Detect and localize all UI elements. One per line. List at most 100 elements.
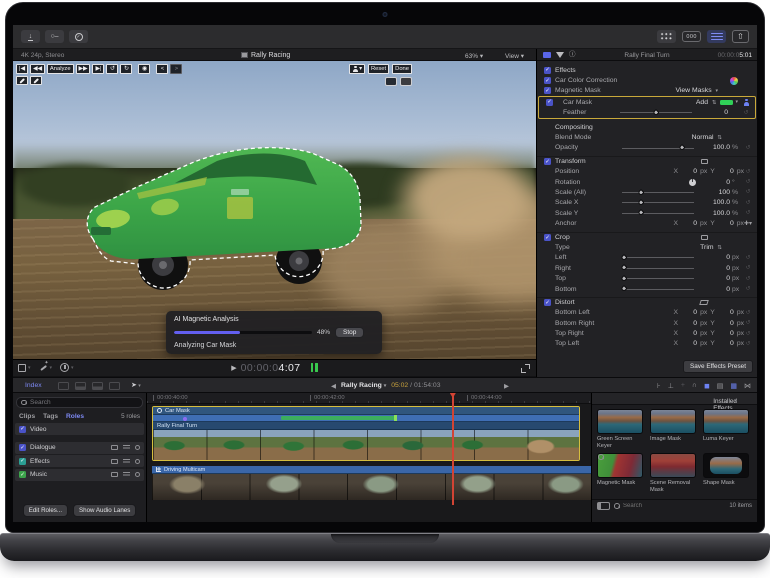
appearance-option-icon[interactable] [58,382,69,390]
role-row-dialogue[interactable]: ✓ Dialogue [15,441,144,454]
tools-menu[interactable]: ➤ ▾ [131,381,141,389]
distort-bottom-left-xy[interactable]: X 0 px Y 0 px [674,309,744,316]
focus-icon[interactable] [135,445,140,450]
tab-clips[interactable]: Clips [19,413,35,420]
loop-back-button[interactable]: ↺ [106,64,119,74]
play-button[interactable]: ▶ [231,364,236,372]
lane-icon[interactable] [111,445,118,450]
index-search-field[interactable] [16,397,143,408]
position-xy[interactable]: X 0 px Y 0 px [674,168,744,175]
transitions-browser-icon[interactable]: ⋈ [744,382,751,390]
appearance-menu-icon[interactable] [109,382,120,390]
previous-frame-button[interactable]: |◀ [16,64,28,74]
crop-left-slider[interactable] [620,253,694,262]
rally-clip-label[interactable]: Rally Final Turn [153,422,579,430]
viewer-view-menu[interactable]: View ▾ [505,52,524,60]
analyze-button[interactable]: Analyze [46,64,74,74]
browser-toggle-button[interactable] [657,30,677,43]
effects-browser-header[interactable]: Installed Effects ▾ [592,393,757,412]
appearance-option-icon[interactable] [75,382,86,390]
opacity-value[interactable]: 100.0 [700,144,730,151]
anchor-target-icon[interactable]: ✚▾ [744,220,752,227]
masked-car[interactable] [77,133,373,303]
blend-mode-menu[interactable]: Normal ⇅ [692,134,722,141]
selected-clip-group[interactable]: Car Mask Rally Final Turn [152,406,580,461]
effect-item[interactable]: Green Screen Keyer [597,409,645,449]
transform-onscreen-icon[interactable] [701,159,708,165]
distort-onscreen-icon[interactable] [699,300,709,306]
crop-top-slider[interactable] [620,274,694,283]
role-row-music[interactable]: ✓ Music [15,468,144,481]
lane-icon[interactable] [111,472,118,477]
mask-outline-toggle[interactable] [385,77,397,86]
edit-roles-button[interactable]: Edit Roles... [22,504,69,517]
waveform-icon[interactable] [123,458,130,464]
tab-roles[interactable]: Roles [66,413,84,420]
crop-right-value[interactable]: 0 [700,265,730,272]
keyword-editor-button[interactable]: ○– [45,30,64,43]
index-search-input[interactable] [30,399,138,406]
role-row-effects[interactable]: ✓ Effects [15,455,144,467]
music-role-checkbox[interactable]: ✓ [19,471,26,478]
rotation-value[interactable]: 0 [700,179,730,186]
scale-x-value[interactable]: 100.0 [700,199,730,206]
timeline-pane[interactable]: 00:00:40:00 00:00:42:00 00:00:44:00 Car … [146,393,591,522]
stroke-forward-button[interactable]: > [170,64,183,74]
scale-x-slider[interactable] [622,199,694,207]
append-icon[interactable]: + [681,382,685,389]
previous-timeline-button[interactable]: ◀ [331,382,336,390]
reset-button[interactable]: Reset [367,64,390,74]
add-stroke-pen-icon[interactable] [16,76,28,85]
scale-all-slider[interactable] [622,188,694,196]
fx-search-input[interactable] [623,503,693,509]
show-audio-lanes-button[interactable]: Show Audio Lanes [73,504,137,517]
distort-checkbox[interactable]: ✓ [544,299,551,307]
timeline-ruler[interactable]: 00:00:40:00 00:00:42:00 00:00:44:00 [147,393,591,404]
distort-bottom-right-xy[interactable]: X 0 px Y 0 px [674,320,744,327]
subject-picker-button[interactable]: ▾ [349,64,365,74]
rewind-button[interactable]: ◀◀ [30,64,45,74]
distort-top-left-xy[interactable]: X 0 px Y 0 px [674,340,744,347]
focus-icon[interactable] [135,458,140,464]
effects-browser-icon[interactable]: ▦ [730,382,737,390]
crop-bottom-value[interactable]: 0 [700,286,730,293]
inspector-toggle-button[interactable] [707,30,726,43]
car-mask-effect-bar[interactable]: Car Mask [153,407,579,415]
focus-icon[interactable] [135,472,140,477]
effect-item[interactable]: Image Mask [650,409,698,449]
connect-icon[interactable]: ⊦ [657,382,661,390]
fast-forward-button[interactable]: ▶▶ [75,64,91,74]
effect-item[interactable]: Luma Keyer [703,409,751,449]
appearance-option-icon[interactable] [92,382,103,390]
media-browser-icon[interactable]: ▤ [717,382,724,390]
distort-top-right-xy[interactable]: X 0 px Y 0 px [674,330,744,337]
done-button[interactable]: Done [392,64,412,74]
feather-slider[interactable] [620,108,692,117]
color-wheel-icon[interactable] [730,76,738,85]
mask-fill-toggle[interactable] [400,77,412,86]
effect-item[interactable]: Shape Mask [703,453,751,493]
lane-icon[interactable] [111,458,118,464]
audio-skimming-icon[interactable]: ∩ [692,382,697,389]
feather-value[interactable]: 0 [698,109,728,116]
timeline-project-menu[interactable]: Rally Racing ▾ [341,382,386,389]
onion-skin-button[interactable]: ◉ [138,64,151,74]
waveform-icon[interactable] [123,472,130,477]
effects-checkbox[interactable]: ✓ [544,66,551,74]
fx-search-field[interactable] [614,503,725,509]
effect-item[interactable]: Magnetic Mask [597,453,645,493]
role-row-video[interactable]: ✓ Video [15,423,144,435]
car-mask-checkbox[interactable]: ✓ [546,98,553,106]
crop-checkbox[interactable]: ✓ [544,234,551,242]
rotation-dial[interactable] [689,178,696,186]
subject-person-icon[interactable] [743,98,750,106]
rally-filmstrip[interactable] [153,430,579,460]
anchor-xy[interactable]: X 0 px Y 0 px [673,220,743,227]
tab-tags[interactable]: Tags [43,413,58,420]
scale-y-value[interactable]: 100.0 [700,210,730,217]
pause-indicator-icon[interactable] [310,363,318,372]
timeline-index-badge[interactable]: 000 [682,31,701,42]
effect-item[interactable]: Scene Removal Mask [650,453,698,493]
mask-analysis-bar[interactable] [153,415,579,422]
mask-color-swatch[interactable] [720,99,734,106]
